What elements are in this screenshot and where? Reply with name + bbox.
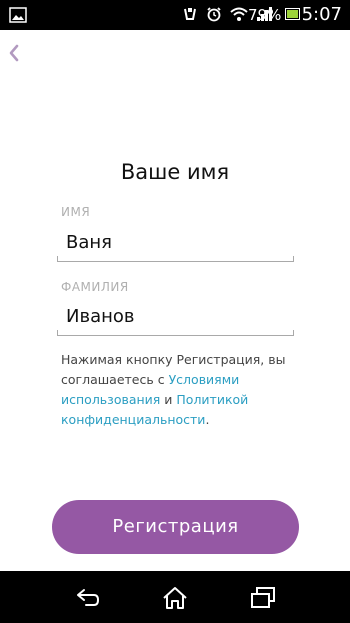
terms-text-and: и [160,392,177,407]
navigation-bar [0,571,350,623]
first-name-label: ИМЯ [61,205,91,219]
home-icon[interactable] [160,585,190,611]
back-chevron-icon[interactable] [6,40,22,66]
battery-icon [285,8,300,20]
back-arrow-icon[interactable] [72,585,102,611]
register-button[interactable]: Регистрация [52,500,299,554]
last-name-input[interactable]: Иванов [66,306,135,327]
first-name-input[interactable]: Ваня [66,232,112,253]
terms-text-end: . [205,412,210,427]
status-bar: 79% 5:07 [0,0,350,30]
status-time: 5:07 [301,4,342,25]
page-title: Ваше имя [120,160,230,184]
battery-percent: 79% [248,6,282,24]
last-name-underline [57,330,294,336]
wifi-icon [230,7,248,21]
vibrate-icon [184,8,196,20]
last-name-label: ФАМИЛИЯ [61,280,129,294]
alarm-icon [207,7,221,22]
gallery-notification-icon [9,7,27,23]
terms-text: Нажимая кнопку Регистрация, вы соглашает… [61,350,301,430]
first-name-underline [57,256,294,262]
recent-apps-icon[interactable] [248,585,278,611]
